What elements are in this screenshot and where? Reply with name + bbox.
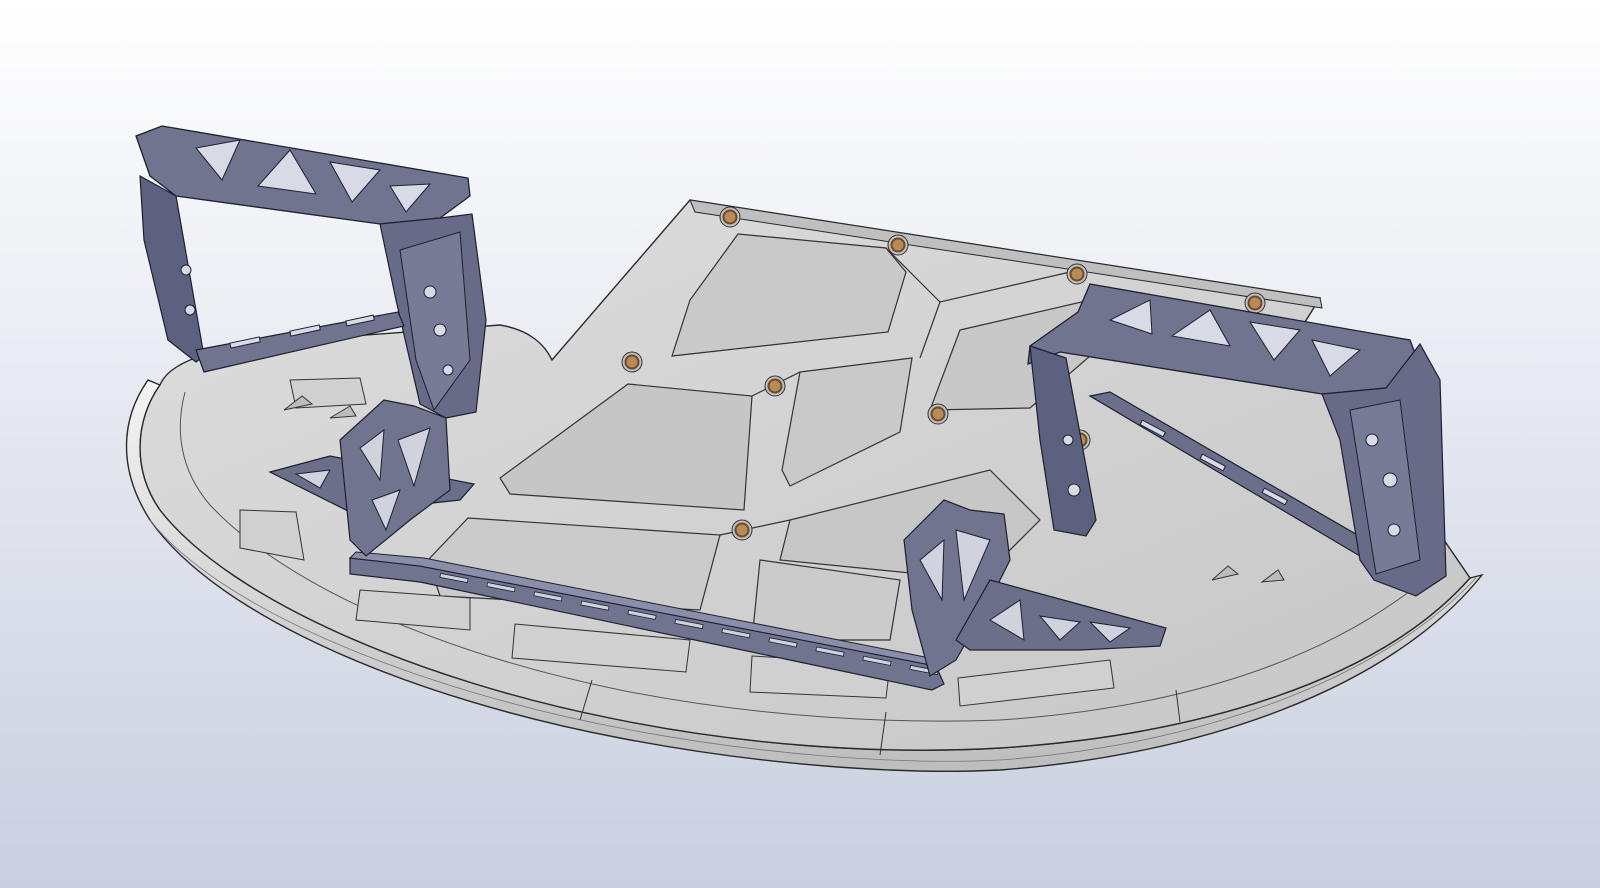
right-frame-hole-1 — [1365, 433, 1379, 447]
left-frame-hole-2 — [433, 323, 447, 337]
fastener-insert-4 — [1247, 295, 1263, 311]
fastener-insert-6 — [767, 378, 783, 394]
right-frame-hole-2 — [1382, 472, 1398, 488]
fastener-insert-5 — [624, 354, 640, 370]
right-frame-hole-5 — [1067, 483, 1081, 497]
fastener-insert-7 — [930, 406, 946, 422]
left-frame-hole-4 — [180, 264, 192, 276]
fastener-insert-2 — [890, 237, 906, 253]
left-frame-hole-1 — [423, 285, 437, 299]
left-frame-hole-3 — [442, 364, 454, 376]
cad-viewport[interactable] — [0, 0, 1600, 888]
fastener-insert-8 — [734, 522, 750, 538]
fastener-insert-1 — [722, 209, 738, 225]
cad-model-view[interactable] — [0, 0, 1600, 888]
left-frame-hole-5 — [184, 304, 196, 316]
right-frame-hole-4 — [1062, 434, 1074, 446]
right-frame-hole-3 — [1387, 523, 1401, 537]
fastener-insert-3 — [1069, 266, 1085, 282]
